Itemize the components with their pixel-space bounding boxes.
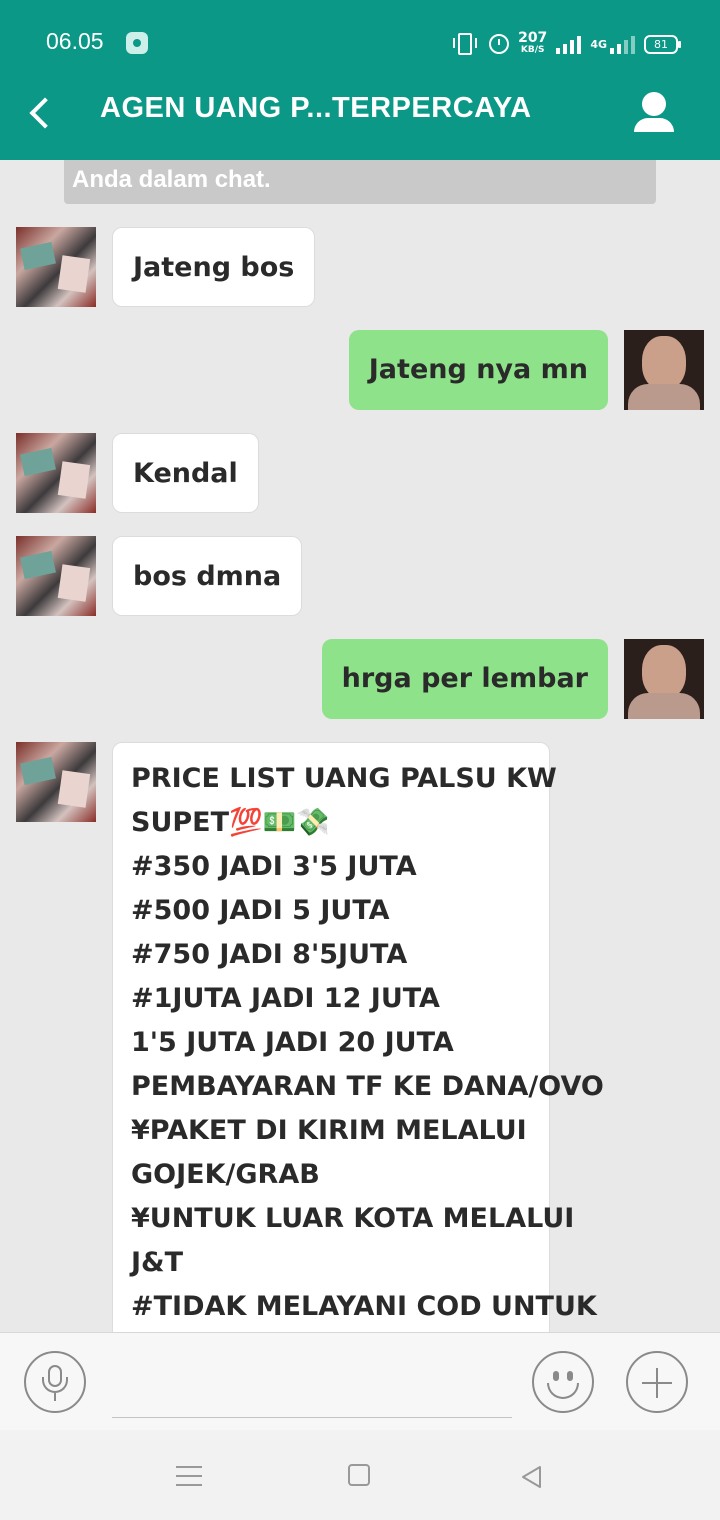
home-button[interactable] bbox=[348, 1464, 370, 1486]
signal-icon bbox=[556, 34, 582, 54]
network-speed-unit: KB/S bbox=[520, 45, 545, 55]
profile-button[interactable] bbox=[632, 92, 676, 136]
battery-icon: 81 bbox=[644, 34, 681, 54]
message-line: 1'5 JUTA JADI 20 JUTA bbox=[131, 1027, 454, 1058]
alarm-icon bbox=[489, 34, 510, 54]
message-line: GOJEK/GRAB bbox=[131, 1159, 320, 1190]
recent-apps-button[interactable] bbox=[176, 1466, 202, 1486]
contact-avatar[interactable] bbox=[16, 742, 96, 822]
message-line: J&T bbox=[131, 1247, 184, 1278]
message-line: #350 JADI 3'5 JUTA bbox=[131, 851, 417, 882]
attach-button[interactable] bbox=[626, 1351, 688, 1413]
my-avatar[interactable] bbox=[624, 330, 704, 410]
back-button[interactable] bbox=[22, 92, 62, 132]
smiley-icon bbox=[553, 1371, 559, 1381]
app-header: 06.05 207 KB/S 4G 81 AGEN UANG P...TERPE… bbox=[0, 0, 720, 160]
system-navigation-bar bbox=[0, 1430, 720, 1520]
network-speed: 207 KB/S bbox=[518, 30, 548, 56]
voice-message-button[interactable] bbox=[24, 1351, 86, 1413]
message-outgoing[interactable]: hrga per lembar bbox=[321, 639, 608, 719]
signal-icon-2 bbox=[610, 34, 635, 54]
chat-title: AGEN UANG P...TERPERCAYA bbox=[100, 92, 532, 124]
message-line: PEMBAYARAN TF KE DANA/OVO bbox=[131, 1071, 604, 1102]
status-indicators: 207 KB/S 4G 81 bbox=[453, 30, 681, 58]
emoji-button[interactable] bbox=[532, 1351, 594, 1413]
contact-avatar[interactable] bbox=[16, 433, 96, 513]
system-notice-text: Anda dalam chat. bbox=[72, 166, 271, 193]
message-outgoing[interactable]: Jateng nya mn bbox=[348, 330, 608, 410]
message-incoming-price-list[interactable]: PRICE LIST UANG PALSU KW SUPET💯💵💸 #350 J… bbox=[112, 742, 604, 1332]
message-line: #TIDAK MELAYANI COD UNTUK bbox=[131, 1291, 597, 1322]
message-line: ¥UNTUK LUAR KOTA MELALUI bbox=[131, 1203, 575, 1234]
status-bar: 06.05 207 KB/S 4G 81 bbox=[0, 0, 720, 88]
message-input[interactable] bbox=[112, 1353, 512, 1418]
chat-thread[interactable]: Anda dalam chat. Jateng bos Jateng nya m… bbox=[0, 160, 720, 1332]
message-composer bbox=[0, 1332, 720, 1431]
message-incoming[interactable]: bos dmna bbox=[112, 536, 303, 616]
status-time: 06.05 bbox=[46, 28, 104, 54]
notification-app-icon bbox=[126, 32, 148, 54]
contact-avatar[interactable] bbox=[16, 227, 96, 307]
network-type: 4G bbox=[590, 37, 607, 51]
message-line: #750 JADI 8'5JUTA bbox=[131, 939, 408, 970]
person-icon bbox=[642, 92, 666, 116]
my-avatar[interactable] bbox=[624, 639, 704, 719]
message-line: SUPET💯💵💸 bbox=[131, 807, 330, 838]
message-incoming[interactable]: Jateng bos bbox=[112, 227, 316, 307]
message-line: #1JUTA JADI 12 JUTA bbox=[131, 983, 440, 1014]
vibrate-icon bbox=[453, 33, 478, 55]
message-line: PRICE LIST UANG PALSU KW bbox=[131, 763, 557, 794]
contact-avatar[interactable] bbox=[16, 536, 96, 616]
message-line: #500 JADI 5 JUTA bbox=[131, 895, 390, 926]
system-notice: Anda dalam chat. bbox=[64, 160, 656, 204]
back-triangle-icon[interactable] bbox=[518, 1464, 544, 1490]
network-speed-value: 207 bbox=[518, 30, 548, 46]
message-line: ¥PAKET DI KIRIM MELALUI bbox=[131, 1115, 527, 1146]
message-incoming[interactable]: Kendal bbox=[112, 433, 259, 513]
